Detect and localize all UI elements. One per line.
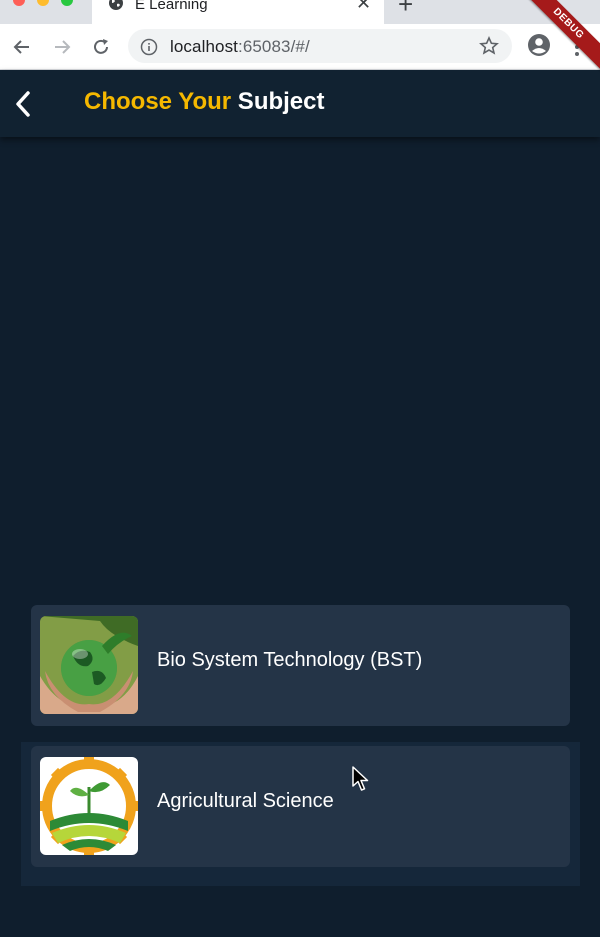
mouse-cursor-icon	[352, 766, 369, 791]
window-close-icon[interactable]	[13, 0, 25, 6]
earth-in-hands-icon	[40, 616, 138, 714]
browser-toolbar: localhost:65083/#/	[0, 24, 600, 70]
subject-label: Bio System Technology (BST)	[157, 649, 423, 671]
close-tab-icon[interactable]: ✕	[356, 0, 371, 12]
address-bar[interactable]: localhost:65083/#/	[128, 29, 512, 63]
subject-card-bst[interactable]: Bio System Technology (BST)	[31, 605, 570, 726]
subject-label: Agricultural Science	[157, 790, 334, 812]
window-minimize-icon[interactable]	[37, 0, 49, 6]
forward-arrow-icon[interactable]	[52, 37, 72, 57]
browser-tab[interactable]: E Learning ✕	[92, 0, 384, 24]
app-bar: Choose Your Subject	[0, 70, 600, 137]
bookmark-star-icon[interactable]	[479, 36, 499, 56]
reload-icon[interactable]	[91, 37, 111, 57]
browser-tabstrip: E Learning ✕ +	[0, 0, 600, 24]
profile-avatar-icon[interactable]	[528, 34, 550, 56]
page-title: Choose Your Subject	[84, 88, 325, 116]
back-arrow-icon[interactable]	[12, 37, 32, 57]
site-info-icon[interactable]	[140, 38, 158, 56]
title-rest: Subject	[231, 88, 325, 115]
agriculture-gear-icon	[40, 757, 138, 855]
title-accent: Choose Your	[84, 88, 232, 115]
back-chevron-icon[interactable]	[12, 90, 36, 118]
new-tab-icon[interactable]: +	[398, 0, 413, 17]
url-path: :65083/#/	[238, 37, 310, 56]
url-text: localhost:65083/#/	[170, 37, 310, 57]
globe-icon	[109, 0, 123, 10]
url-host: localhost	[170, 37, 238, 56]
subject-card-agriculture[interactable]: Agricultural Science	[31, 746, 570, 867]
window-zoom-icon[interactable]	[61, 0, 73, 6]
tab-title: E Learning	[135, 0, 208, 13]
